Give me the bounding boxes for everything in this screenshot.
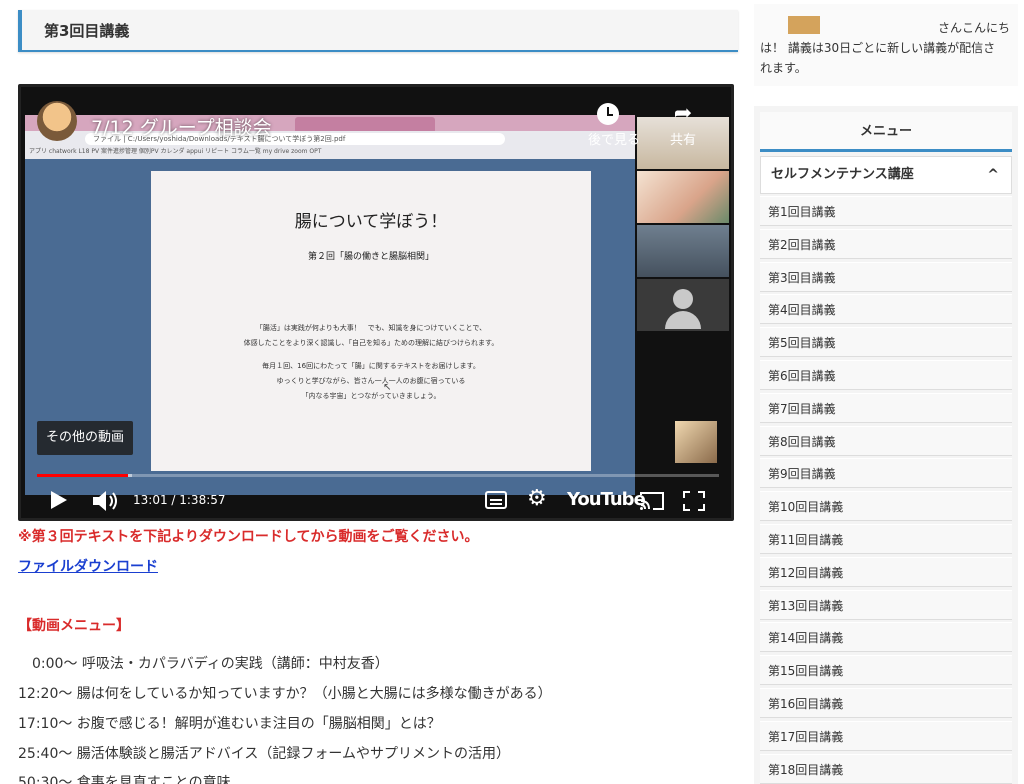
mouse-cursor-icon: ↖ <box>383 382 392 393</box>
participant-thumbnail <box>637 225 729 277</box>
sidebar-item-lecture[interactable]: 第3回目講義 <box>760 261 1012 292</box>
sidebar-item-lecture[interactable]: 第6回目講義 <box>760 360 1012 390</box>
time-display: 13:01 / 1:38:57 <box>133 493 226 507</box>
channel-avatar[interactable] <box>37 101 77 141</box>
download-notice: ※第３回テキストを下記よりダウンロードしてから動画をご覧ください。 <box>18 529 479 545</box>
document-heading: 腸について学ぼう！ <box>294 212 448 232</box>
video-title[interactable]: 7/12 グループ相談会 <box>91 113 272 140</box>
greeting-text: さんこんにち は！ 講義は30日ごとに新しい講義が配信さ れます。 <box>760 18 1016 78</box>
document-line: 体感したことをより深く認識し、「自己を知る」ための理解に結びつけられます。 <box>243 339 499 347</box>
sidebar-item-lecture[interactable]: 第12回目講義 <box>760 556 1012 587</box>
page-title: 第3回目講義 <box>44 22 130 40</box>
sidebar-item-lecture[interactable]: 第8回目講義 <box>760 425 1012 456</box>
play-icon[interactable] <box>51 491 67 509</box>
participant-thumbnail <box>637 279 729 331</box>
clock-icon <box>597 103 619 125</box>
sidebar-item-lecture[interactable]: 第16回目講義 <box>760 688 1012 718</box>
shared-document: 腸について学ぼう！ 第２回「腸の働きと腸脳相関」 「腸活」は実践が何よりも大事！… <box>151 171 591 471</box>
sidebar-item-lecture[interactable]: 第13回目講義 <box>760 589 1012 620</box>
player-controls: 13:01 / 1:38:57 ⚙ YouTube <box>21 483 731 518</box>
gear-icon[interactable]: ⚙ <box>527 487 547 511</box>
video-menu-heading: 【動画メニュー】 <box>18 618 130 634</box>
sidebar-item-lecture[interactable]: 第7回目講義 <box>760 392 1012 423</box>
sidebar-menu-title: メニュー <box>760 112 1012 152</box>
document-paragraph-2: 毎月１回、16回にわたって「腸」に関するテキストをお届けします。 ゆっくりと学び… <box>151 359 591 404</box>
browser-bookmarks: アプリ chatwork L18 PV 案件進捗管理 個別PV カレンダ app… <box>29 148 322 155</box>
greeting-line: さんこんにち <box>937 21 1010 35</box>
document-paragraph-1: 「腸活」は実践が何よりも大事！ でも、知識を身につけていくことで、 体感したこと… <box>151 321 591 351</box>
document-line: ゆっくりと学びながら、皆さん一人一人のお腹に宿っている <box>276 377 466 385</box>
sidebar-item-lecture[interactable]: 第14回目講義 <box>760 622 1012 653</box>
document-line: 「腸活」は実践が何よりも大事！ でも、知識を身につけていくことで、 <box>255 324 487 332</box>
sidebar-item-lecture[interactable]: 第2回目講義 <box>760 228 1012 259</box>
youtube-logo[interactable]: YouTube <box>567 489 646 510</box>
sidebar-item-lecture[interactable]: 第15回目講義 <box>760 655 1012 686</box>
progress-played <box>37 474 128 477</box>
more-videos-button[interactable]: その他の動画 <box>37 421 133 455</box>
sidebar-item-lecture[interactable]: 第1回目講義 <box>760 196 1012 226</box>
sidebar-category[interactable]: セルフメンテナンス講座 ^ <box>760 156 1012 194</box>
subtitles-icon[interactable] <box>485 491 507 509</box>
greeting-line: は！ 講義は30日ごとに新しい講義が配信さ <box>760 41 996 55</box>
file-download-link[interactable]: ファイルダウンロード <box>18 556 158 576</box>
document-subheading: 第２回「腸の働きと腸脳相関」 <box>307 252 434 262</box>
document-line: 「内なる宇宙」とつながっていきましょう。 <box>301 392 441 400</box>
video-player[interactable]: ファイル | C:/Users/yoshida/Downloads/テキスト腸に… <box>18 84 734 521</box>
participant-thumbnail <box>637 171 729 223</box>
default-avatar-icon <box>673 289 693 309</box>
default-avatar-body <box>665 311 701 329</box>
sidebar-category-label: セルフメンテナンス講座 <box>771 167 914 182</box>
sidebar-item-lecture[interactable]: 第4回目講義 <box>760 294 1012 325</box>
volume-icon[interactable] <box>91 489 121 513</box>
share-label: 共有 <box>669 133 696 148</box>
sidebar-item-lecture[interactable]: 第9回目講義 <box>760 458 1012 489</box>
sidebar-item-lecture[interactable]: 第11回目講義 <box>760 524 1012 554</box>
sidebar-menu: メニュー セルフメンテナンス講座 ^ 第1回目講義 第2回目講義 第3回目講義 第4回… <box>754 106 1018 784</box>
sidebar-item-lecture[interactable]: 第5回目講義 <box>760 327 1012 358</box>
sidebar-item-lecture[interactable]: 第17回目講義 <box>760 720 1012 751</box>
sidebar-item-lecture[interactable]: 第10回目講義 <box>760 491 1012 522</box>
page-title-box: 第3回目講義 <box>18 10 738 52</box>
fullscreen-icon[interactable] <box>683 491 705 511</box>
share-button[interactable]: ➦ 共有 <box>663 101 703 149</box>
share-arrow-icon: ➦ <box>673 101 693 126</box>
watch-later-label: 後で見る <box>588 133 641 148</box>
watch-later-button[interactable]: 後で見る <box>588 103 641 148</box>
greeting-line: れます。 <box>760 61 807 75</box>
chapter-item: 25:40～ 腸活体験談と腸活アドバイス（記録フォームやサプリメントの活用） <box>18 746 510 762</box>
chapter-item: 50:30～ 食事を見直すことの意味 <box>18 775 231 784</box>
progress-bar[interactable] <box>37 474 719 477</box>
self-view-thumbnail <box>675 421 717 463</box>
chapter-item: 17:10～ お腹で感じる！解明が進むいま注目の「腸脳相関」とは？ <box>18 716 441 732</box>
cast-icon[interactable] <box>639 491 665 511</box>
greeting-box: さんこんにち は！ 講義は30日ごとに新しい講義が配信さ れます。 <box>754 4 1018 86</box>
chapter-item: 0:00～ 呼吸法・カパラバディの実践（講師：中村友香） <box>18 656 389 672</box>
chapter-item: 12:20～ 腸は何をしているか知っていますか？（小腸と大腸には多様な働きがある… <box>18 686 552 702</box>
sidebar-item-lecture[interactable]: 第18回目講義 <box>760 753 1012 784</box>
browser-tab-zoom <box>295 117 435 131</box>
chevron-up-icon[interactable]: ^ <box>987 157 999 193</box>
document-line: 毎月１回、16回にわたって「腸」に関するテキストをお届けします。 <box>262 362 480 370</box>
